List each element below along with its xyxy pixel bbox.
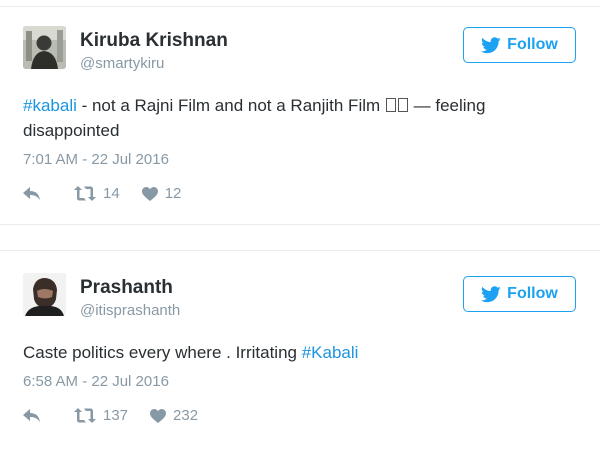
tweet-text: #kabali - not a Rajni Film and not a Ran…: [23, 93, 578, 143]
twitter-bird-icon: [481, 285, 501, 302]
follow-button[interactable]: Follow: [463, 276, 576, 312]
tweet-text: Caste politics every where . Irritating …: [23, 340, 578, 365]
missing-glyph-icon: [397, 98, 408, 112]
hashtag-link[interactable]: #Kabali: [302, 343, 359, 362]
tweet-divider: [0, 250, 600, 251]
tweet-timestamp[interactable]: 6:58 AM - 22 Jul 2016: [23, 373, 169, 390]
reply-icon: [23, 186, 40, 200]
like-count: 12: [164, 185, 182, 202]
avatar[interactable]: [23, 273, 66, 316]
retweet-icon: [74, 186, 96, 201]
tweet-text-part: Caste politics every where . Irritating: [23, 343, 302, 362]
user-handle[interactable]: @itisprashanth: [80, 302, 180, 319]
retweet-button[interactable]: 137: [74, 407, 128, 424]
heart-icon: [150, 408, 167, 423]
tweet-actions: 137 232: [23, 407, 198, 424]
tweet-actions: 14 12: [23, 185, 181, 202]
follow-label: Follow: [507, 285, 558, 302]
tweet-text-part: - not a Rajni Film and not a Ranjith Fil…: [76, 96, 381, 115]
reply-button[interactable]: [23, 186, 45, 201]
like-button[interactable]: 232: [150, 407, 198, 424]
retweet-icon: [74, 408, 96, 423]
follow-button[interactable]: Follow: [463, 27, 576, 63]
avatar[interactable]: [23, 26, 66, 69]
display-name[interactable]: Kiruba Krishnan: [80, 30, 228, 52]
retweet-count: 14: [103, 185, 120, 202]
follow-label: Follow: [507, 36, 558, 53]
like-button[interactable]: 12: [141, 185, 182, 202]
missing-glyph-icon: [385, 98, 396, 112]
retweet-count: 137: [103, 407, 129, 424]
top-divider: [0, 6, 600, 7]
hashtag-link[interactable]: #kabali: [23, 96, 77, 115]
retweet-button[interactable]: 14: [74, 185, 120, 202]
display-name[interactable]: Prashanth: [80, 277, 173, 299]
like-count: 232: [173, 407, 199, 424]
heart-icon: [141, 186, 158, 201]
tweet-timestamp[interactable]: 7:01 AM - 22 Jul 2016: [23, 151, 169, 168]
user-handle[interactable]: @smartykiru: [80, 55, 164, 72]
reply-button[interactable]: [23, 408, 45, 423]
twitter-bird-icon: [481, 36, 501, 53]
reply-icon: [23, 408, 40, 422]
tweet-divider: [0, 224, 600, 225]
